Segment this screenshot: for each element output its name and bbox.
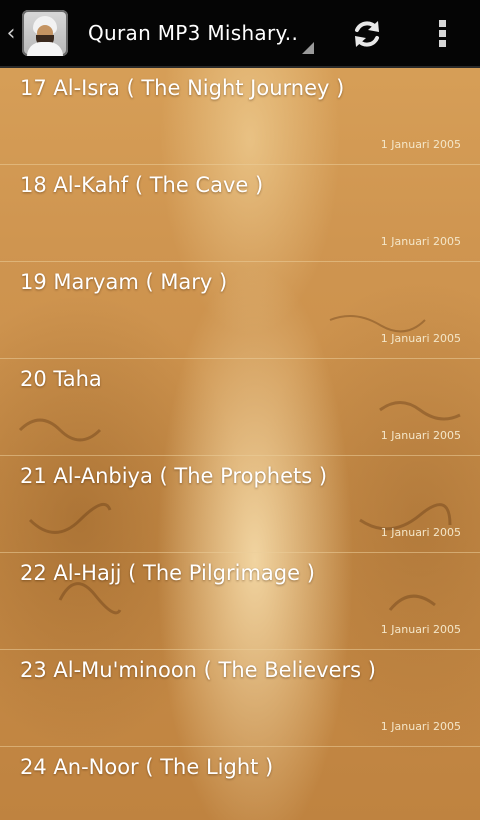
list-item[interactable]: 20 Taha 1 Januari 2005 (0, 359, 480, 456)
track-date: 1 Januari 2005 (380, 235, 461, 248)
track-date: 1 Januari 2005 (380, 526, 461, 539)
track-title: 17 Al-Isra ( The Night Journey ) (20, 76, 345, 100)
track-title: 18 Al-Kahf ( The Cave ) (20, 173, 264, 197)
track-date: 1 Januari 2005 (380, 332, 461, 345)
overflow-menu-icon (439, 20, 446, 47)
action-bar: ‹ Quran MP3 Mishary.. (0, 0, 480, 68)
list-item[interactable]: 24 An-Noor ( The Light ) (0, 747, 480, 820)
list-item[interactable]: 21 Al-Anbiya ( The Prophets ) 1 Januari … (0, 456, 480, 553)
track-list: 17 Al-Isra ( The Night Journey ) 1 Janua… (0, 68, 480, 820)
track-date: 1 Januari 2005 (380, 720, 461, 733)
track-title: 22 Al-Hajj ( The Pilgrimage ) (20, 561, 315, 585)
overflow-menu-button[interactable] (418, 9, 468, 59)
list-item[interactable]: 17 Al-Isra ( The Night Journey ) 1 Janua… (0, 68, 480, 165)
spinner-corner-icon (302, 42, 314, 54)
list-item[interactable]: 18 Al-Kahf ( The Cave ) 1 Januari 2005 (0, 165, 480, 262)
reciter-avatar-icon[interactable] (22, 10, 68, 56)
track-date: 1 Januari 2005 (380, 623, 461, 636)
track-date: 1 Januari 2005 (380, 429, 461, 442)
track-title: 24 An-Noor ( The Light ) (20, 755, 274, 779)
chevron-left-icon[interactable]: ‹ (2, 0, 20, 66)
list-item[interactable]: 22 Al-Hajj ( The Pilgrimage ) 1 Januari … (0, 553, 480, 650)
app-title: Quran MP3 Mishary.. (88, 21, 299, 45)
refresh-icon (355, 21, 379, 47)
refresh-button[interactable] (342, 9, 392, 59)
track-title: 20 Taha (20, 367, 102, 391)
list-item[interactable]: 19 Maryam ( Mary ) 1 Januari 2005 (0, 262, 480, 359)
track-title: 23 Al-Mu'minoon ( The Believers ) (20, 658, 376, 682)
track-title: 19 Maryam ( Mary ) (20, 270, 228, 294)
list-item[interactable]: 23 Al-Mu'minoon ( The Believers ) 1 Janu… (0, 650, 480, 747)
title-spinner[interactable]: Quran MP3 Mishary.. (88, 0, 314, 66)
track-title: 21 Al-Anbiya ( The Prophets ) (20, 464, 328, 488)
track-date: 1 Januari 2005 (380, 138, 461, 151)
